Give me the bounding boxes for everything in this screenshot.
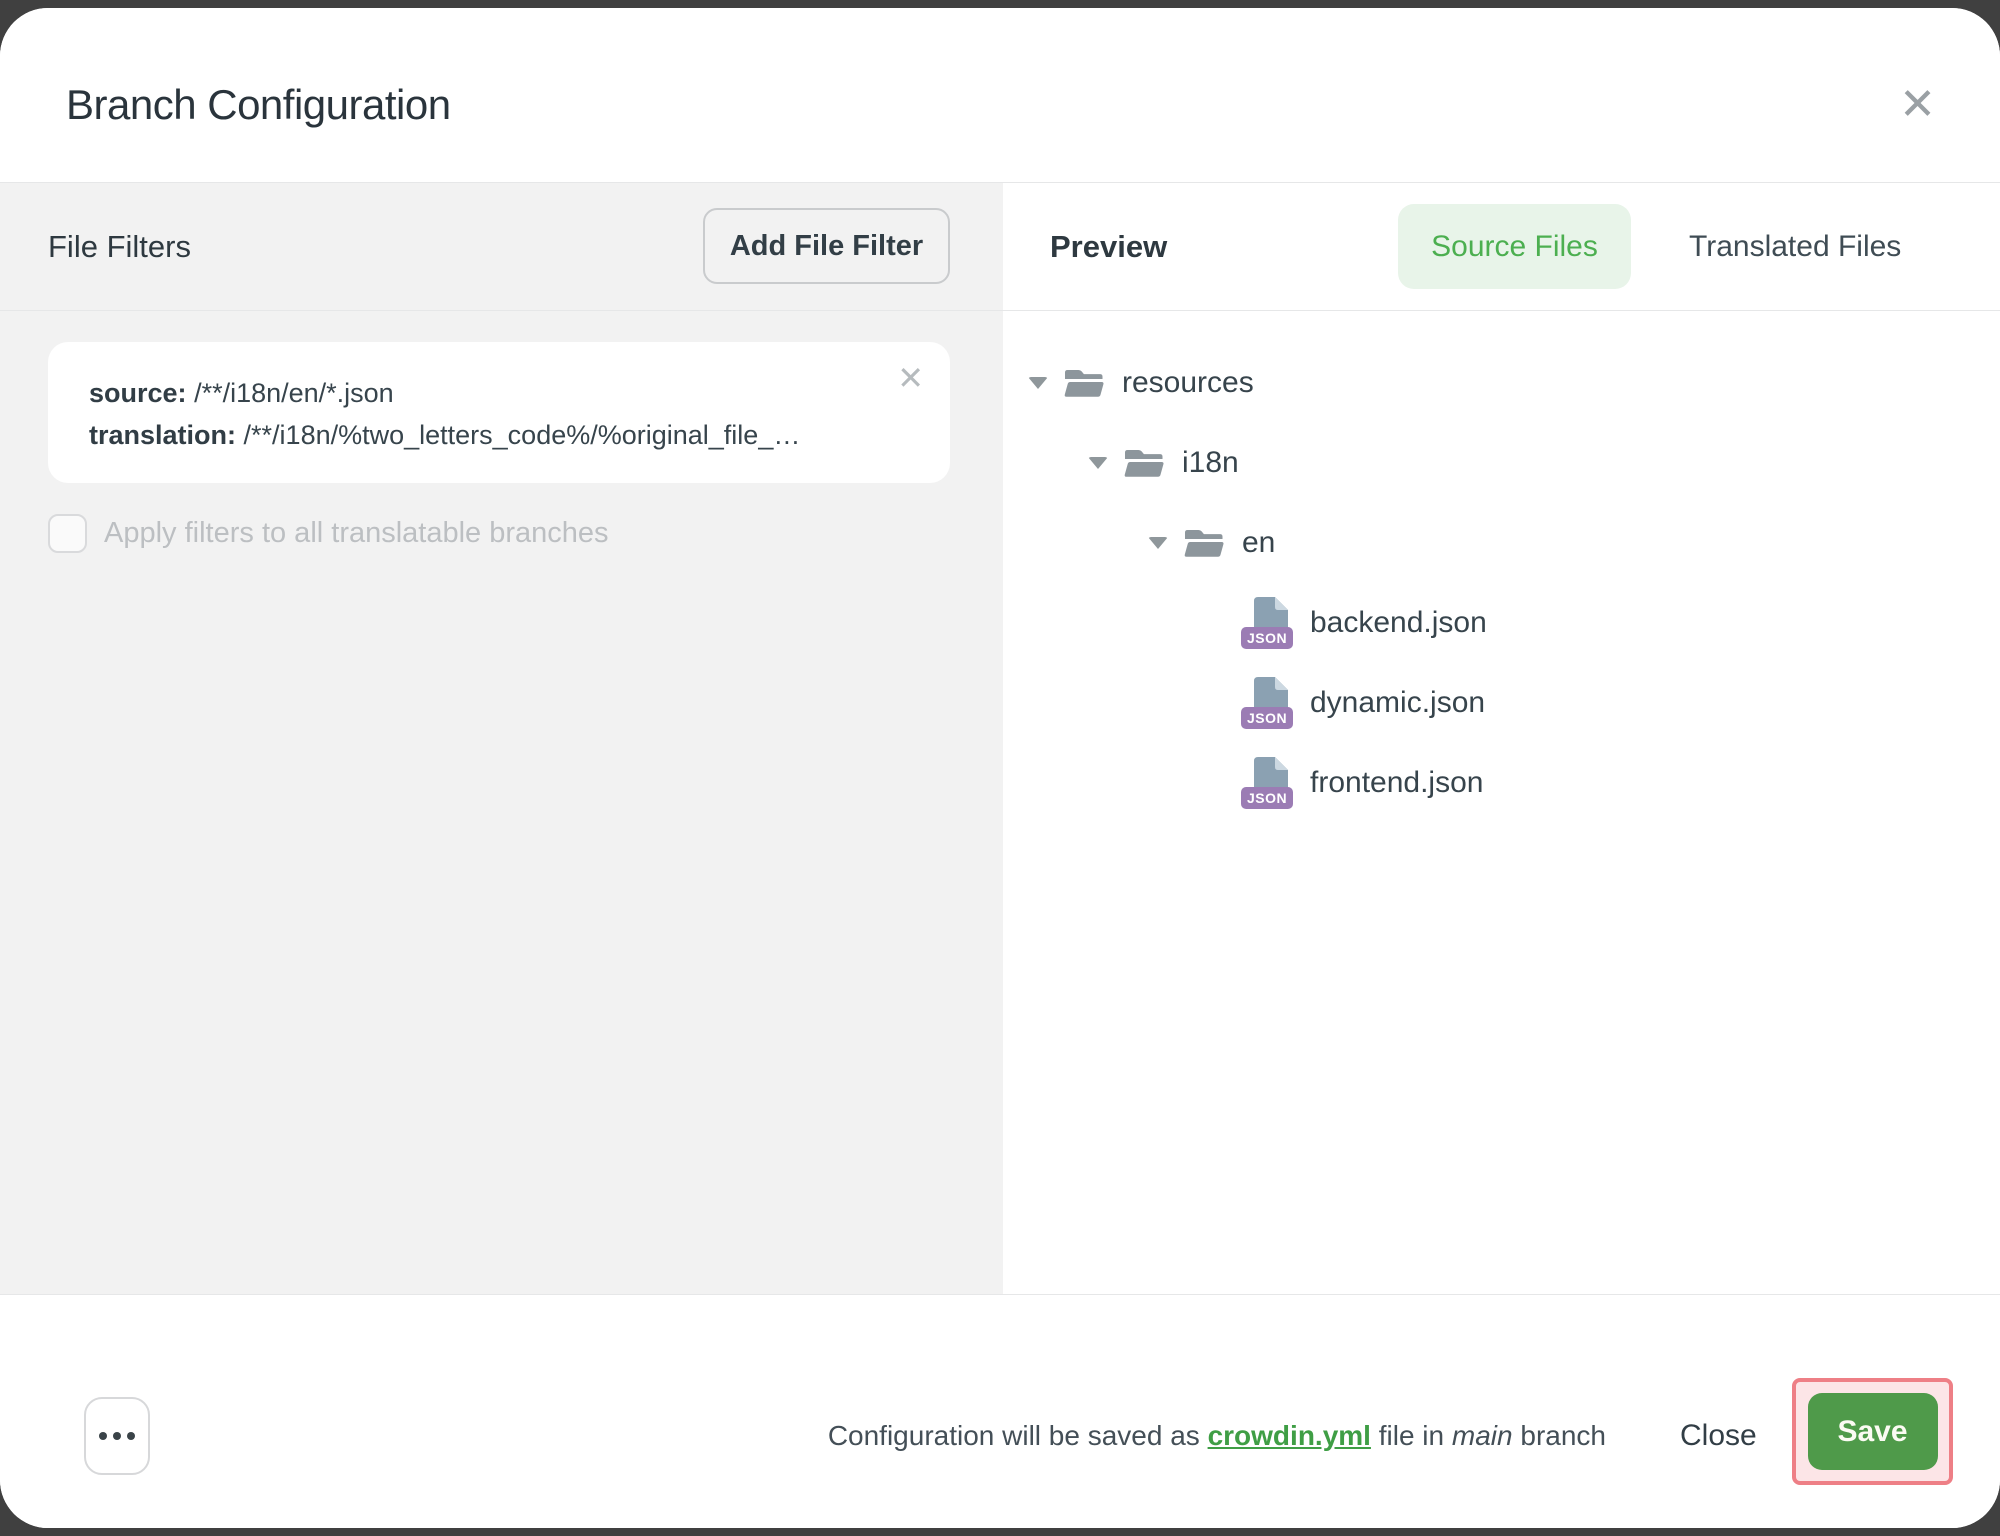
tree-item-label: en	[1242, 526, 1275, 560]
preview-panel: resources i18n	[1003, 311, 2000, 1294]
filter-card: source: /**/i18n/en/*.json translation: …	[48, 342, 950, 483]
save-button[interactable]: Save	[1808, 1393, 1938, 1470]
tree-item-label: i18n	[1182, 446, 1239, 480]
save-annotation-highlight: Save	[1792, 1378, 1953, 1485]
apply-filters-checkbox[interactable]	[48, 514, 87, 553]
tree-item-backend-json[interactable]: JSON backend.json	[1003, 583, 2000, 663]
json-file-icon: JSON	[1244, 597, 1294, 649]
save-note-prefix: Configuration will be saved as	[828, 1420, 1208, 1451]
tree-item-label: backend.json	[1310, 606, 1487, 640]
filter-source-line: source: /**/i18n/en/*.json	[89, 372, 870, 414]
apply-filters-label: Apply filters to all translatable branch…	[104, 517, 609, 550]
filter-source-label: source:	[89, 378, 187, 408]
save-note-suffix: branch	[1513, 1420, 1606, 1451]
save-note-middle: file in	[1371, 1420, 1452, 1451]
branch-name: main	[1452, 1420, 1513, 1451]
json-badge: JSON	[1241, 787, 1293, 809]
file-tree: resources i18n	[1003, 343, 2000, 823]
remove-filter-icon[interactable]: ✕	[897, 362, 924, 394]
ellipsis-icon	[99, 1432, 107, 1440]
folder-icon	[1184, 528, 1224, 559]
preview-toolbar: Preview Source Files Translated Files	[1003, 183, 2000, 310]
filter-translation-label: translation:	[89, 420, 236, 450]
tree-item-en[interactable]: en	[1003, 503, 2000, 583]
close-button[interactable]: Close	[1662, 1409, 1775, 1463]
json-file-icon: JSON	[1244, 757, 1294, 809]
file-filters-toolbar: File Filters Add File Filter	[0, 183, 1003, 310]
dialog-header: Branch Configuration ✕	[0, 8, 2000, 182]
preview-heading: Preview	[1050, 229, 1167, 265]
tree-item-i18n[interactable]: i18n	[1003, 423, 2000, 503]
filter-translation-line: translation: /**/i18n/%two_letters_code%…	[89, 414, 870, 456]
toolbar-row: File Filters Add File Filter Preview Sou…	[0, 182, 2000, 311]
chevron-down-icon[interactable]	[1028, 377, 1048, 389]
json-badge: JSON	[1241, 707, 1293, 729]
json-badge: JSON	[1241, 627, 1293, 649]
tree-item-label: frontend.json	[1310, 766, 1483, 800]
tree-item-label: resources	[1122, 366, 1254, 400]
close-icon[interactable]: ✕	[1899, 83, 1936, 127]
chevron-down-icon[interactable]	[1148, 537, 1168, 549]
tree-item-dynamic-json[interactable]: JSON dynamic.json	[1003, 663, 2000, 743]
add-file-filter-button[interactable]: Add File Filter	[703, 208, 950, 284]
json-file-icon: JSON	[1244, 677, 1294, 729]
crowdin-yml-link[interactable]: crowdin.yml	[1208, 1420, 1371, 1451]
tree-item-resources[interactable]: resources	[1003, 343, 2000, 423]
tree-item-label: dynamic.json	[1310, 686, 1485, 720]
page-title: Branch Configuration	[66, 81, 451, 129]
dialog-body: source: /**/i18n/en/*.json translation: …	[0, 311, 2000, 1294]
folder-icon	[1124, 448, 1164, 479]
more-options-button[interactable]	[84, 1397, 150, 1475]
file-filters-panel: source: /**/i18n/en/*.json translation: …	[0, 311, 1003, 1294]
save-note: Configuration will be saved as crowdin.y…	[828, 1420, 1606, 1452]
folder-icon	[1064, 368, 1104, 399]
filter-translation-value: /**/i18n/%two_letters_code%/%original_fi…	[244, 420, 801, 450]
tab-translated-files[interactable]: Translated Files	[1675, 204, 1915, 289]
dialog-footer: Configuration will be saved as crowdin.y…	[0, 1294, 2000, 1528]
apply-filters-row: Apply filters to all translatable branch…	[48, 514, 609, 553]
branch-configuration-dialog: Branch Configuration ✕ File Filters Add …	[0, 8, 2000, 1528]
chevron-down-icon[interactable]	[1088, 457, 1108, 469]
tree-item-frontend-json[interactable]: JSON frontend.json	[1003, 743, 2000, 823]
filter-source-value: /**/i18n/en/*.json	[194, 378, 394, 408]
file-filters-heading: File Filters	[48, 229, 191, 265]
tab-source-files[interactable]: Source Files	[1398, 204, 1631, 289]
